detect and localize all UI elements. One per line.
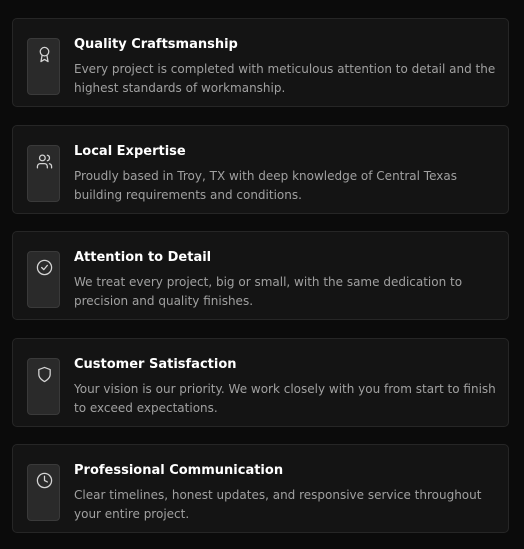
feature-description: Your vision is our priority. We work clo… bbox=[74, 382, 496, 415]
users-icon bbox=[36, 154, 53, 169]
shield-icon bbox=[38, 366, 51, 383]
feature-title: Customer Satisfaction bbox=[74, 357, 237, 372]
feature-title: Attention to Detail bbox=[74, 250, 212, 265]
feature-icon-box bbox=[27, 358, 60, 415]
check-circle-icon bbox=[36, 259, 53, 276]
feature-title: Local Expertise bbox=[74, 144, 186, 159]
feature-card-attention-to-detail: Attention to Detail We treat every proje… bbox=[12, 231, 509, 320]
feature-description: Every project is completed with meticulo… bbox=[74, 62, 496, 95]
clock-icon bbox=[36, 472, 53, 489]
feature-card-local-expertise: Local Expertise Proudly based in Troy, T… bbox=[12, 125, 509, 214]
feature-title: Professional Communication bbox=[74, 463, 284, 478]
feature-card-professional-communication: Professional Communication Clear timelin… bbox=[12, 444, 509, 533]
feature-title: Quality Craftsmanship bbox=[74, 37, 238, 52]
feature-description: Proudly based in Troy, TX with deep know… bbox=[74, 169, 457, 202]
feature-icon-box bbox=[27, 251, 60, 308]
feature-card-quality-craftsmanship: Quality Craftsmanship Every project is c… bbox=[12, 18, 509, 107]
feature-card-customer-satisfaction: Customer Satisfaction Your vision is our… bbox=[12, 338, 509, 427]
award-icon bbox=[39, 46, 50, 63]
feature-icon-box bbox=[27, 145, 60, 202]
feature-icon-box bbox=[27, 464, 60, 521]
feature-description: We treat every project, big or small, wi… bbox=[74, 275, 463, 308]
feature-icon-box bbox=[27, 38, 60, 95]
feature-description: Clear timelines, honest updates, and res… bbox=[74, 488, 482, 521]
